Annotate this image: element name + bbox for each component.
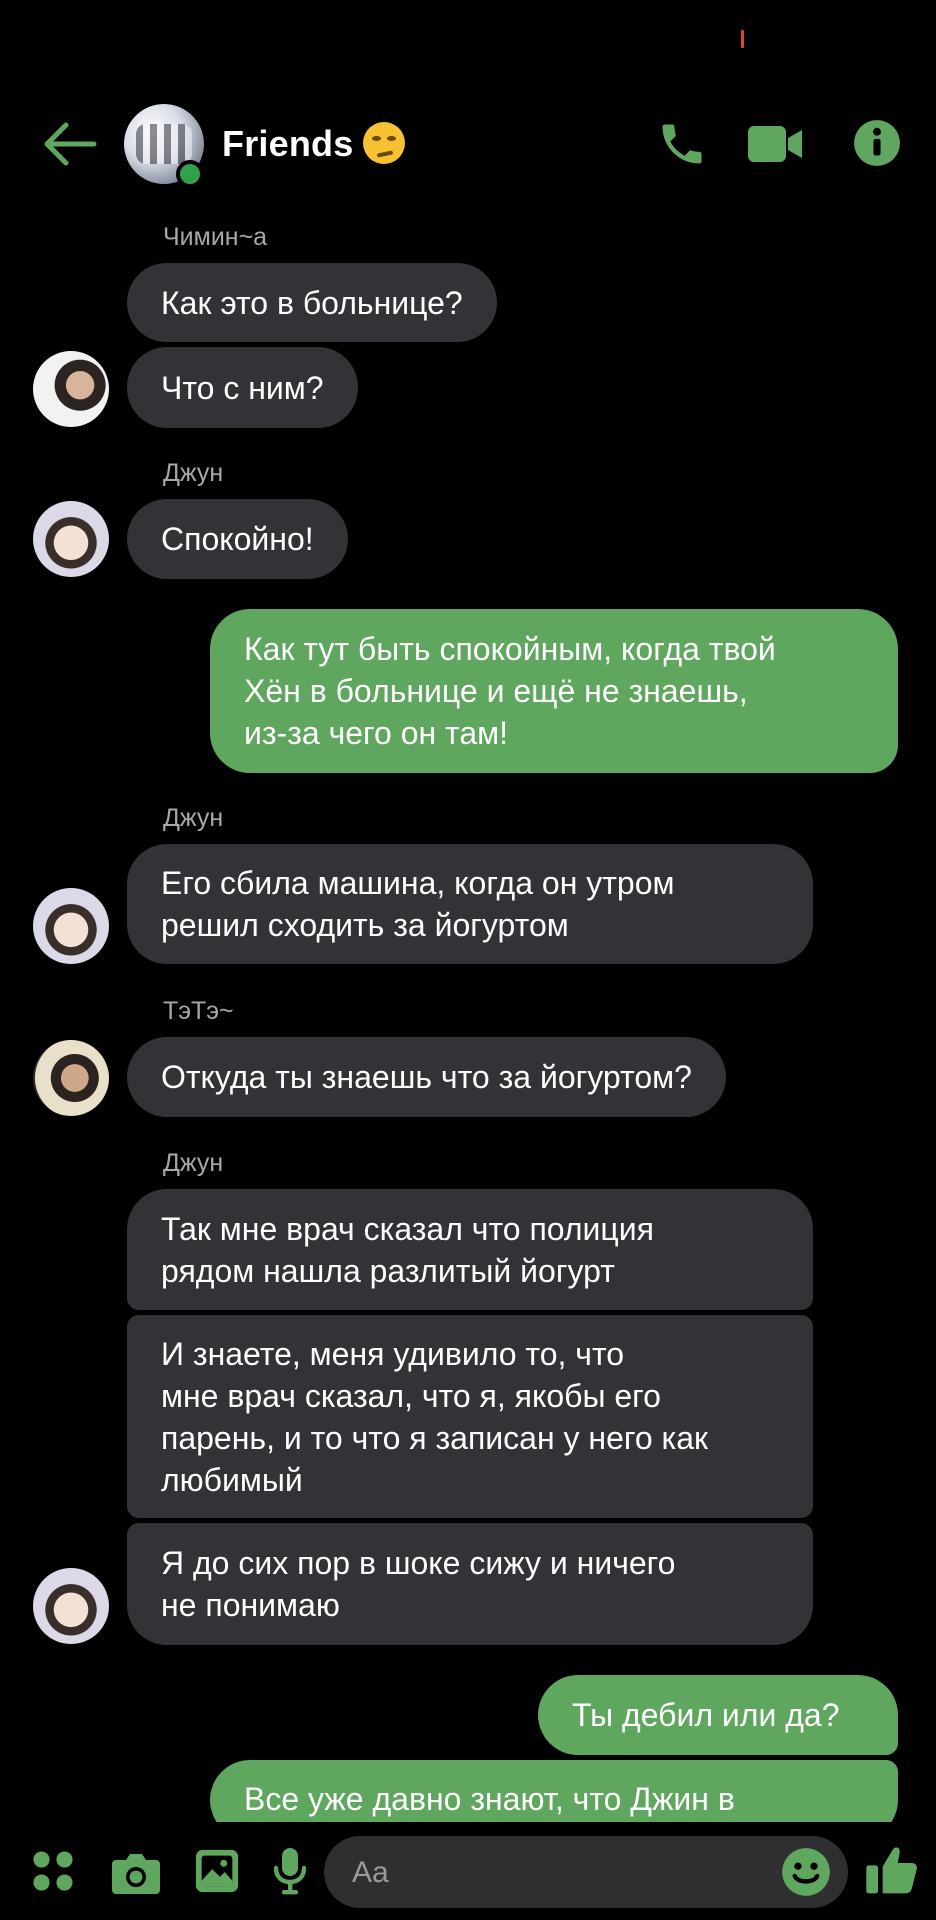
sender-name: Джун: [163, 459, 224, 487]
message-bubble-incoming[interactable]: Так мне врач сказал что полиция рядом на…: [127, 1189, 813, 1310]
gallery-icon[interactable]: [194, 1848, 240, 1894]
emoji-icon[interactable]: [780, 1846, 832, 1898]
microphone-icon[interactable]: [272, 1846, 308, 1896]
back-arrow-icon[interactable]: [40, 120, 98, 168]
chat-title-text: Friends: [222, 123, 354, 164]
message-bubble-incoming[interactable]: Как это в больнице?: [127, 263, 497, 342]
online-status-dot: [176, 160, 204, 188]
phone-icon[interactable]: [656, 118, 708, 170]
message-bubble-outgoing[interactable]: Как тут быть спокойным, когда твой Хён в…: [210, 609, 898, 773]
avatar[interactable]: [33, 1568, 109, 1644]
sender-name: ТэТэ~: [163, 997, 234, 1025]
woozy-face-emoji-icon: [363, 122, 406, 164]
message-bubble-incoming[interactable]: И знаете, меня удивило то, что мне врач …: [127, 1315, 813, 1518]
camera-icon[interactable]: [110, 1850, 162, 1896]
message-bubble-incoming[interactable]: Что с ним?: [127, 347, 358, 428]
avatar[interactable]: [33, 1040, 109, 1116]
sender-name: Джун: [163, 1149, 224, 1177]
message-composer[interactable]: [324, 1836, 848, 1910]
sender-name: Джун: [163, 804, 224, 832]
message-bubble-incoming[interactable]: Его сбила машина, когда он утром решил с…: [127, 844, 813, 964]
message-bubble-incoming[interactable]: Спокойно!: [127, 499, 348, 579]
message-bubble-outgoing[interactable]: Ты дебил или да?: [538, 1675, 898, 1755]
avatar[interactable]: [33, 501, 109, 577]
avatar[interactable]: [33, 351, 109, 427]
video-camera-icon[interactable]: [746, 120, 804, 168]
message-bubble-incoming[interactable]: Откуда ты знаешь что за йогуртом?: [127, 1037, 726, 1117]
message-bubble-incoming[interactable]: Я до сих пор в шоке сижу и ничего не пон…: [127, 1523, 813, 1645]
info-icon[interactable]: [852, 118, 902, 168]
chat-title[interactable]: Friends: [222, 122, 406, 165]
sender-name: Чимин~a: [163, 223, 268, 251]
composer-bar: [0, 1822, 936, 1920]
thumbs-up-icon[interactable]: [864, 1842, 920, 1898]
status-indicator: [741, 30, 744, 48]
message-input[interactable]: [350, 1836, 774, 1910]
chat-header: Friends: [0, 98, 936, 190]
avatar[interactable]: [33, 888, 109, 964]
apps-icon[interactable]: [30, 1848, 76, 1894]
